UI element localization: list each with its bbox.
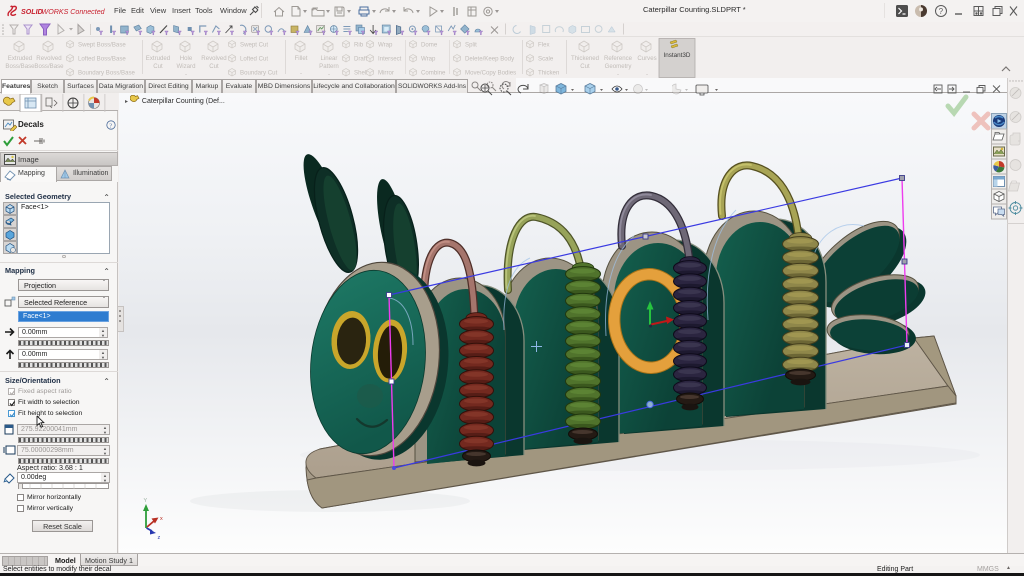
svg-text:Y: Y [144,498,148,504]
svg-text:z: z [158,535,161,541]
svg-text:x: x [160,516,163,522]
